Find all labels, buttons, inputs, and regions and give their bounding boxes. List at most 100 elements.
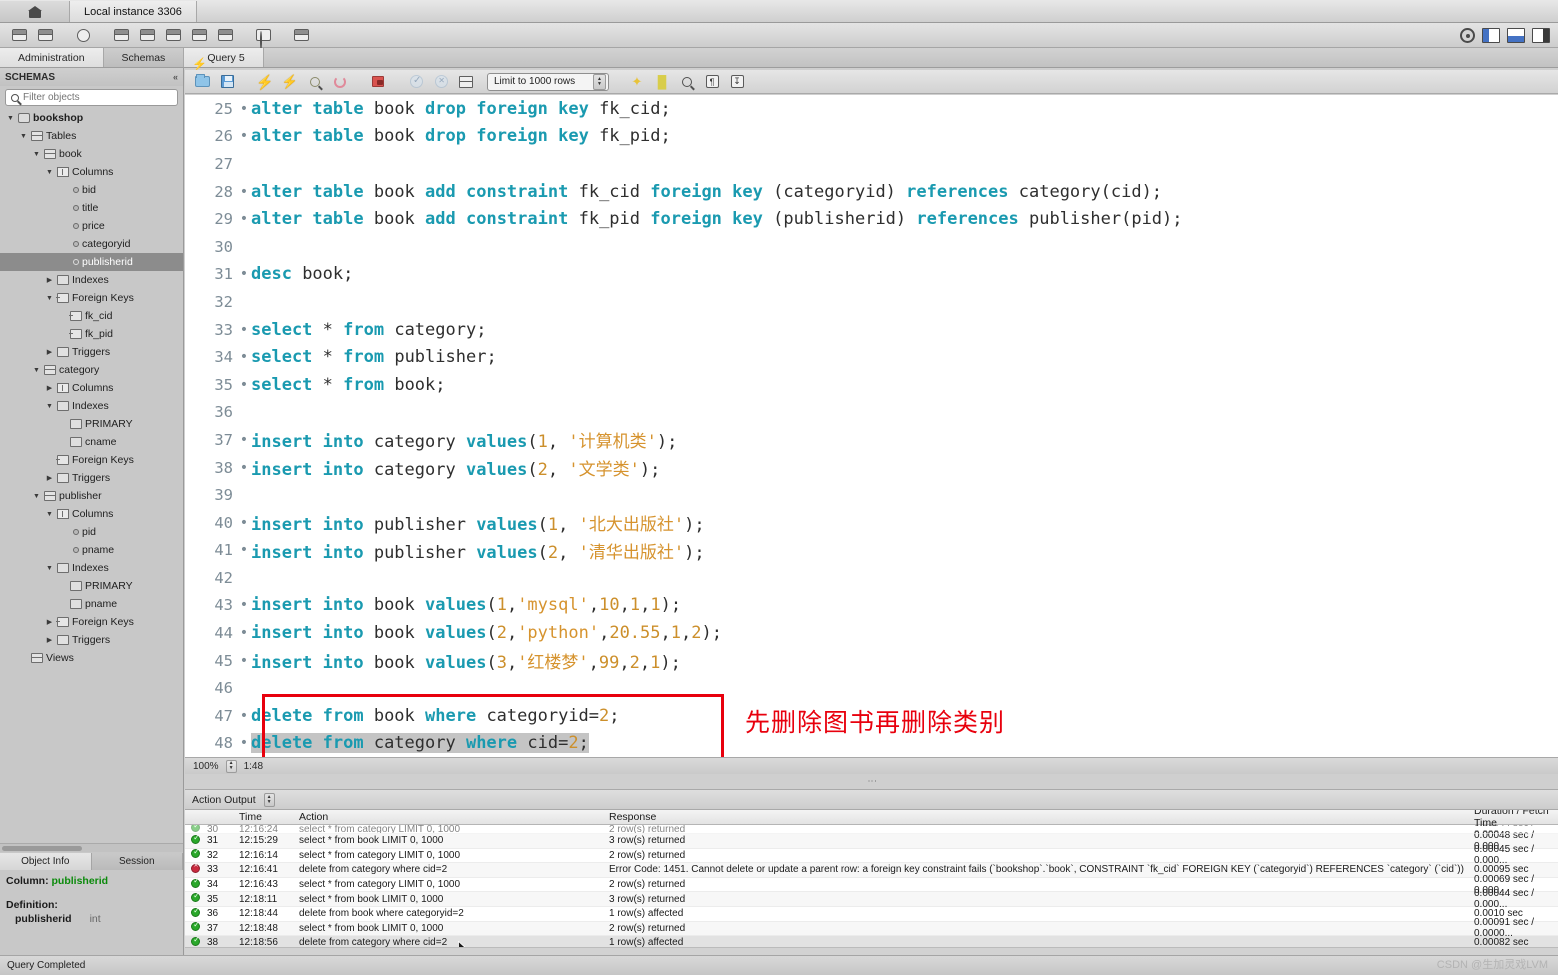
table-row[interactable]: 32 12:16:14 select * from category LIMIT 0… [185, 844, 1558, 866]
tree-item-publisher[interactable]: publisher [0, 487, 183, 505]
chevron-right-icon[interactable] [45, 276, 54, 284]
code-line-36[interactable]: 36 [185, 399, 1558, 427]
code-line-33[interactable]: 33 • select * from category; [185, 316, 1558, 344]
code-line-39[interactable]: 39 [185, 481, 1558, 509]
code-line-40[interactable]: 40 • insert into publisher values(1, '北大出版… [185, 509, 1558, 537]
chevron-right-icon[interactable] [45, 636, 54, 644]
table-row[interactable]: 33 12:16:41 delete from category where cid… [185, 862, 1558, 878]
toggle-sidebar-icon[interactable] [1482, 28, 1500, 43]
tree-item-title[interactable]: title [0, 199, 183, 217]
output-horizontal-scrollbar[interactable] [185, 947, 1558, 955]
table-row[interactable]: 30 12:16:24 select * from category LIMIT 0… [185, 825, 1558, 834]
search-input[interactable] [23, 92, 153, 103]
code-line-45[interactable]: 45 • insert into book values(3,'红楼梦',99,2,… [185, 647, 1558, 675]
tab-schemas[interactable]: Schemas [103, 48, 185, 67]
tab-session[interactable]: Session [91, 853, 183, 870]
code-line-26[interactable]: 26 • alter table book drop foreign key fk_… [185, 123, 1558, 151]
tree-item-triggers[interactable]: Triggers [0, 631, 183, 649]
code-line-31[interactable]: 31 • desc book; [185, 261, 1558, 289]
tree-item-fk_pid[interactable]: fk_pid [0, 325, 183, 343]
tree-item-primary[interactable]: PRIMARY [0, 415, 183, 433]
explain-query-icon[interactable] [305, 73, 325, 91]
sql-code-editor[interactable]: 25 • alter table book drop foreign key fk_… [185, 95, 1558, 757]
tree-item-indexes[interactable]: Indexes [0, 271, 183, 289]
tree-item-publisherid[interactable]: publisherid [0, 253, 183, 271]
tree-item-category[interactable]: category [0, 361, 183, 379]
edit-table-data-icon[interactable] [214, 26, 236, 45]
table-row[interactable]: 34 12:16:43 select * from category LIMIT 0… [185, 874, 1558, 896]
chevron-down-icon[interactable] [45, 295, 54, 302]
tree-item-views[interactable]: Views [0, 649, 183, 667]
code-line-42[interactable]: 42 [185, 564, 1558, 592]
find-icon[interactable] [677, 73, 697, 91]
code-line-27[interactable]: 27 [185, 150, 1558, 178]
code-line-34[interactable]: 34 • select * from publisher; [185, 343, 1558, 371]
tree-item-pname[interactable]: pname [0, 595, 183, 613]
tree-item-triggers[interactable]: Triggers [0, 343, 183, 361]
code-line-37[interactable]: 37 • insert into category values(1, '计算机类'… [185, 426, 1558, 454]
code-line-35[interactable]: 35 • select * from book; [185, 371, 1558, 399]
editor-output-splitter[interactable]: ⋮ [185, 774, 1558, 790]
code-line-29[interactable]: 29 • alter table book add constraint fk_pi… [185, 205, 1558, 233]
new-function-icon[interactable] [188, 26, 210, 45]
search-objects-icon[interactable] [252, 26, 274, 50]
code-line-44[interactable]: 44 • insert into book values(2,'python',20… [185, 619, 1558, 647]
gear-icon[interactable] [1460, 28, 1475, 43]
new-procedure-icon[interactable] [162, 26, 184, 45]
tree-item-book[interactable]: book [0, 145, 183, 163]
new-query-tab-icon[interactable] [34, 26, 57, 45]
table-row[interactable]: 37 12:18:48 select * from book LIMIT 0, 10… [185, 917, 1558, 939]
code-line-38[interactable]: 38 • insert into category values(2, '文学类')… [185, 454, 1558, 482]
row-limit-select[interactable]: Limit to 1000 rows ▲ ▼ [487, 72, 609, 91]
wrap-lines-icon[interactable]: ↧ [727, 73, 747, 91]
scrollbar-thumb[interactable] [2, 846, 82, 851]
tree-item-columns[interactable]: Columns [0, 379, 183, 397]
code-line-28[interactable]: 28 • alter table book add constraint fk_ci… [185, 178, 1558, 206]
tree-item-fk_cid[interactable]: fk_cid [0, 307, 183, 325]
zoom-stepper[interactable]: ▲ ▼ [225, 759, 237, 773]
table-row[interactable]: 31 12:15:29 select * from book LIMIT 0, 10… [185, 830, 1558, 852]
new-view-icon[interactable] [136, 26, 158, 45]
tree-item-pname[interactable]: pname [0, 541, 183, 559]
chevron-updown-icon[interactable]: ▲ ▼ [593, 73, 606, 90]
commit-icon[interactable] [406, 73, 426, 91]
chevron-down-icon[interactable] [45, 565, 54, 572]
chevron-right-icon[interactable] [45, 618, 54, 626]
tree-item-bid[interactable]: bid [0, 181, 183, 199]
toggle-output-icon[interactable] [1507, 28, 1525, 43]
save-script-icon[interactable] [217, 73, 237, 91]
output-panel-chevron-icon[interactable]: ▲ ▼ [263, 792, 275, 807]
tree-item-indexes[interactable]: Indexes [0, 559, 183, 577]
chevron-down-icon[interactable] [32, 151, 41, 158]
rollback-icon[interactable] [431, 73, 451, 91]
code-line-30[interactable]: 30 [185, 233, 1558, 261]
chevron-right-icon[interactable] [45, 384, 54, 392]
tab-administration[interactable]: Administration [0, 48, 104, 67]
schema-tree[interactable]: bookshop Tables book Columns bid title price ca… [0, 109, 183, 685]
chevron-down-icon[interactable] [6, 115, 15, 122]
tree-item-foreign-keys[interactable]: Foreign Keys [0, 613, 183, 631]
beautify-icon[interactable]: ✦ [627, 73, 647, 91]
action-output-table[interactable]: Time Action Response Duration / Fetch Ti… [185, 810, 1558, 955]
tab-query-5[interactable]: ⚡ Query 5 [184, 48, 264, 70]
connection-tab-local-instance[interactable]: Local instance 3306 [70, 1, 197, 22]
chevron-down-icon[interactable] [19, 133, 28, 140]
chevrons-icon[interactable]: « [173, 72, 178, 82]
tree-item-primary[interactable]: PRIMARY [0, 577, 183, 595]
chevron-right-icon[interactable] [45, 348, 54, 356]
toggle-stop-on-error-icon[interactable] [368, 73, 388, 91]
tree-item-categoryid[interactable]: categoryid [0, 235, 183, 253]
chevron-down-icon[interactable] [32, 367, 41, 374]
new-table-icon[interactable] [110, 26, 132, 45]
table-row[interactable]: 35 12:18:11 select * from book LIMIT 0, 10… [185, 888, 1558, 910]
code-line-25[interactable]: 25 • alter table book drop foreign key fk_… [185, 95, 1558, 123]
format-icon[interactable]: █ [652, 73, 672, 91]
tree-item-tables[interactable]: Tables [0, 127, 183, 145]
code-line-43[interactable]: 43 • insert into book values(1,'mysql',10,… [185, 592, 1558, 620]
tree-item-columns[interactable]: Columns [0, 163, 183, 181]
execute-all-icon[interactable]: ⚡ [255, 73, 275, 91]
tree-item-foreign-keys[interactable]: Foreign Keys [0, 289, 183, 307]
execute-current-icon[interactable]: ⚡ [280, 73, 300, 91]
filter-objects-field[interactable] [5, 89, 178, 106]
chevron-down-icon[interactable] [45, 511, 54, 518]
